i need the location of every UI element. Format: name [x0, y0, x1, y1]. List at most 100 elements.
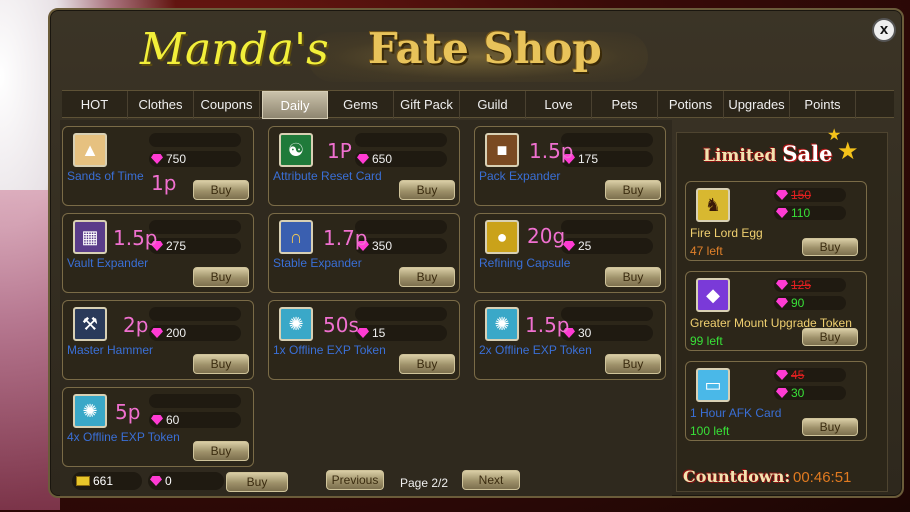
buy-button[interactable]: Buy — [193, 267, 249, 287]
buy-button[interactable]: Buy — [605, 267, 661, 287]
gem-icon — [776, 370, 788, 380]
tab-hot[interactable]: HOT — [62, 91, 128, 119]
countdown-label: Countdown: — [683, 467, 791, 486]
item-price: 350 — [355, 238, 447, 254]
sale-item-name: Fire Lord Egg — [690, 226, 763, 240]
new-price-value: 30 — [791, 386, 805, 400]
category-tabs: HOT Clothes Coupons Daily Gems Gift Pack… — [62, 90, 894, 119]
buy-button[interactable]: Buy — [399, 267, 455, 287]
gold-balance: 661 — [72, 472, 142, 490]
buy-button[interactable]: Buy — [802, 238, 858, 256]
tab-pets[interactable]: Pets — [592, 91, 658, 119]
item-name: Pack Expander — [479, 169, 561, 183]
item-grid: ▲ 750 Sands of Time 1p Buy ☯ 650 Attribu… — [60, 120, 672, 496]
golden-orb-icon: ● — [485, 220, 519, 254]
buy-button[interactable]: Buy — [802, 328, 858, 346]
tab-upgrades[interactable]: Upgrades — [724, 91, 790, 119]
item-price: 650 — [355, 151, 447, 167]
chest-icon: ▦ — [73, 220, 107, 254]
tab-love[interactable]: Love — [526, 91, 592, 119]
handwritten-note: 50s — [323, 313, 359, 337]
sale-label: Sale — [782, 141, 833, 166]
item-price: 200 — [149, 325, 241, 341]
shop-item[interactable]: ✺ 15 1x Offline EXP Token 50s Buy — [268, 300, 460, 380]
tab-gift-pack[interactable]: Gift Pack — [394, 91, 460, 119]
buy-button[interactable]: Buy — [605, 354, 661, 374]
item-name: Vault Expander — [67, 256, 149, 270]
item-name: 2x Offline EXP Token — [479, 343, 592, 357]
handwritten-note: 5p — [115, 400, 141, 424]
item-name: 1x Offline EXP Token — [273, 343, 386, 357]
buy-button[interactable]: Buy — [193, 354, 249, 374]
item-price: 750 — [149, 151, 241, 167]
sale-price: 30 — [774, 386, 846, 400]
item-name: Attribute Reset Card — [273, 169, 382, 183]
limited-label: Limited — [703, 146, 777, 166]
tab-clothes[interactable]: Clothes — [128, 91, 194, 119]
shop-item[interactable]: ✺ 30 2x Offline EXP Token 1.5p Buy — [474, 300, 666, 380]
shop-item[interactable]: ⚒ 200 Master Hammer 2p Buy — [62, 300, 254, 380]
buy-button[interactable]: Buy — [193, 441, 249, 461]
sale-item[interactable]: ◆ 125 90 Greater Mount Upgrade Token 99 … — [685, 271, 867, 351]
gem-icon — [776, 190, 788, 200]
tab-points[interactable]: Points — [790, 91, 856, 119]
item-info-bar — [149, 133, 241, 147]
stock-left: 100 left — [690, 424, 730, 438]
shop-item[interactable]: ☯ 650 Attribute Reset Card 1P Buy — [268, 126, 460, 206]
price-value: 60 — [166, 413, 180, 427]
shop-item[interactable]: ■ 175 Pack Expander 1.5p Buy — [474, 126, 666, 206]
stock-left: 47 left — [690, 244, 723, 258]
tab-guild[interactable]: Guild — [460, 91, 526, 119]
shop-item[interactable]: ✺ 60 4x Offline EXP Token 5p Buy — [62, 387, 254, 467]
buy-button[interactable]: Buy — [399, 354, 455, 374]
tab-coupons[interactable]: Coupons — [194, 91, 260, 119]
buy-button[interactable]: Buy — [802, 418, 858, 436]
limited-sale-title: Limited Sale — [703, 141, 832, 166]
page-indicator: Page 2/2 — [400, 476, 449, 490]
buy-button[interactable]: Buy — [605, 180, 661, 200]
item-name: Sands of Time — [67, 169, 144, 183]
gem-icon — [150, 476, 162, 486]
handwritten-note: 1.5p — [525, 313, 570, 337]
shop-title-owner: Manda's — [140, 24, 329, 75]
item-price: 275 — [149, 238, 241, 254]
item-info-bar — [149, 394, 241, 408]
shop-window: Manda's Fate Shop x HOT Clothes Coupons … — [48, 8, 904, 498]
item-price: 60 — [149, 412, 241, 428]
sale-price: 110 — [774, 206, 846, 220]
gem-icon — [776, 298, 788, 308]
star-icon: ★ — [837, 138, 859, 165]
shop-item[interactable]: ▦ 275 Vault Expander 1.5p Buy — [62, 213, 254, 293]
price-value: 350 — [372, 239, 393, 253]
shop-item[interactable]: ∩ 350 Stable Expander 1.7p Buy — [268, 213, 460, 293]
gold-value: 661 — [93, 474, 114, 488]
price-value: 25 — [578, 239, 592, 253]
handwritten-note: 2p — [123, 313, 149, 337]
hammer-icon: ⚒ — [73, 307, 107, 341]
countdown-timer: 00:46:51 — [793, 469, 852, 486]
next-page-button[interactable]: Next — [462, 470, 520, 490]
close-button[interactable]: x — [872, 18, 896, 42]
gem-icon — [151, 328, 163, 338]
handwritten-note: 1.5p — [529, 139, 574, 163]
tab-gems[interactable]: Gems — [328, 91, 394, 119]
tab-potions[interactable]: Potions — [658, 91, 724, 119]
previous-page-button[interactable]: Previous — [326, 470, 384, 490]
sale-item-name: 1 Hour AFK Card — [690, 406, 782, 420]
sale-item[interactable]: ▭ 45 30 1 Hour AFK Card 100 left Buy — [685, 361, 867, 441]
item-info-bar — [561, 133, 653, 147]
sale-item[interactable]: ♞ 150 110 Fire Lord Egg 47 left Buy — [685, 181, 867, 261]
item-price: 30 — [561, 325, 653, 341]
shop-item[interactable]: ▲ 750 Sands of Time 1p Buy — [62, 126, 254, 206]
limited-sale-panel: Limited Sale ★ ★ ♞ 150 110 Fire Lord Egg… — [676, 127, 888, 492]
gem-icon — [776, 280, 788, 290]
buy-button[interactable]: Buy — [193, 180, 249, 200]
tab-daily[interactable]: Daily — [262, 91, 328, 119]
buy-button[interactable]: Buy — [399, 180, 455, 200]
price-value: 275 — [166, 239, 187, 253]
buy-gems-button[interactable]: Buy — [226, 472, 288, 492]
item-price: 25 — [561, 238, 653, 254]
yin-yang-icon: ☯ — [279, 133, 313, 167]
shop-item[interactable]: ● 25 Refining Capsule 20g Buy — [474, 213, 666, 293]
item-info-bar — [149, 307, 241, 321]
